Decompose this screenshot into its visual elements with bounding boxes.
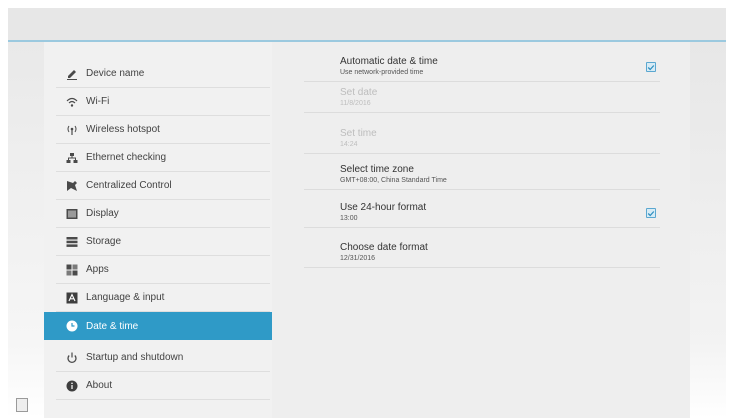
sidebar-item-label: Date & time (86, 320, 139, 332)
sidebar-item-label: Ethernet checking (86, 152, 167, 163)
set-time-row[interactable]: Set time 14:24 (304, 124, 660, 154)
row-subtitle: 12/31/2016 (340, 255, 376, 262)
network-icon (66, 152, 78, 164)
apps-icon (66, 264, 78, 276)
choose-date-format-row[interactable]: Choose date format 12/31/2016 (304, 238, 660, 268)
sidebar-item-label: Language & input (86, 292, 165, 303)
sidebar-item-label: Wireless hotspot (86, 124, 160, 135)
sidebar-item-storage[interactable]: Storage (56, 228, 270, 256)
select-time-zone-row[interactable]: Select time zone GMT+08:00, China Standa… (304, 160, 660, 190)
row-title: Choose date format (340, 242, 428, 253)
row-title: Set date (340, 87, 378, 98)
sidebar-item-display[interactable]: Display (56, 200, 270, 228)
row-subtitle: 11/8/2016 (340, 100, 371, 107)
control-icon (66, 180, 78, 192)
clock-icon (66, 320, 78, 332)
right-margin (690, 42, 726, 418)
row-subtitle: 13:00 (340, 215, 358, 222)
sidebar-item-wifi[interactable]: Wi-Fi (56, 88, 270, 116)
sidebar-item-apps[interactable]: Apps (56, 256, 270, 284)
pencil-icon (66, 68, 78, 80)
row-title: Use 24-hour format (340, 202, 427, 213)
screenshot-icon[interactable] (16, 398, 28, 412)
keyboard-icon (66, 292, 78, 304)
set-date-row[interactable]: Set date 11/8/2016 (304, 83, 660, 113)
sidebar-item-label: Centralized Control (86, 180, 172, 191)
sidebar-item-device-name[interactable]: Device name (56, 60, 270, 88)
sidebar-item-language-input[interactable]: Language & input (56, 284, 270, 312)
use-24-hour-checkbox[interactable] (646, 208, 656, 218)
row-subtitle: 14:24 (340, 141, 358, 148)
automatic-date-time-checkbox[interactable] (646, 62, 656, 72)
row-title: Automatic date & time (340, 56, 438, 67)
row-subtitle: GMT+08:00, China Standard Time (340, 177, 447, 184)
power-icon (66, 352, 78, 364)
use-24-hour-format-row[interactable]: Use 24-hour format 13:00 (304, 198, 660, 228)
sidebar-item-date-time[interactable]: Date & time (44, 312, 272, 340)
row-subtitle: Use network-provided time (340, 69, 424, 76)
row-title: Set time (340, 128, 377, 139)
row-title: Select time zone (340, 164, 414, 175)
settings-sidebar: Device name Wi-Fi Wireless hotspot Ether… (44, 42, 272, 418)
hotspot-icon (66, 124, 78, 136)
top-bar (8, 8, 726, 40)
sidebar-item-label: Device name (86, 68, 145, 79)
sidebar-item-ethernet-checking[interactable]: Ethernet checking (56, 144, 270, 172)
storage-icon (66, 236, 78, 248)
display-icon (66, 208, 78, 220)
sidebar-item-label: Apps (86, 264, 109, 275)
sidebar-item-label: Display (86, 208, 119, 219)
wifi-icon (66, 96, 78, 108)
info-icon (66, 380, 78, 392)
date-time-settings-panel: Automatic date & time Use network-provid… (272, 42, 690, 418)
sidebar-item-startup-shutdown[interactable]: Startup and shutdown (56, 344, 270, 372)
sidebar-item-centralized-control[interactable]: Centralized Control (56, 172, 270, 200)
left-margin (8, 42, 44, 418)
sidebar-item-label: Storage (86, 236, 122, 247)
sidebar-item-wireless-hotspot[interactable]: Wireless hotspot (56, 116, 270, 144)
automatic-date-time-row[interactable]: Automatic date & time Use network-provid… (304, 52, 660, 82)
sidebar-item-about[interactable]: About (56, 372, 270, 400)
sidebar-item-label: About (86, 380, 113, 391)
sidebar-item-label: Wi-Fi (86, 96, 110, 107)
sidebar-item-label: Startup and shutdown (86, 352, 184, 363)
